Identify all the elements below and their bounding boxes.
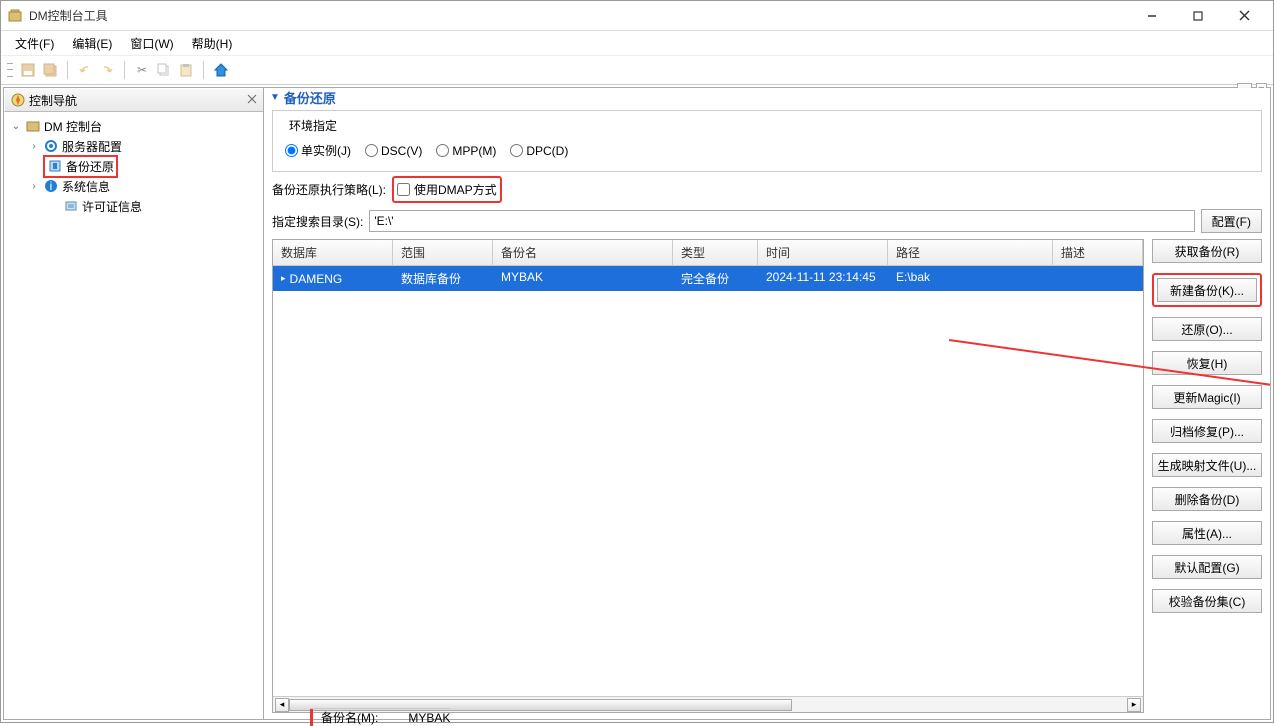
col-type[interactable]: 类型 [673, 240, 758, 265]
menu-bar: 文件(F) 编辑(E) 窗口(W) 帮助(H) [1, 31, 1273, 55]
section-header[interactable]: ▼ 备份还原 [264, 88, 1270, 106]
chevron-right-icon[interactable]: ▸ [281, 273, 286, 284]
table-row[interactable]: ▸ DAMENG 数据库备份 MYBAK 完全备份 2024-11-11 23:… [273, 266, 1143, 291]
default-config-button[interactable]: 默认配置(G) [1152, 555, 1262, 579]
cut-icon[interactable]: ✂ [133, 61, 151, 79]
verify-backup-button[interactable]: 校验备份集(C) [1152, 589, 1262, 613]
restore-button[interactable]: 还原(O)... [1152, 317, 1262, 341]
radio-dpc[interactable]: DPC(D) [510, 144, 568, 158]
info-icon: i [43, 178, 59, 194]
delete-backup-button[interactable]: 删除备份(D) [1152, 487, 1262, 511]
search-dir-input[interactable] [369, 210, 1194, 232]
expand-icon[interactable]: › [28, 141, 40, 152]
backup-icon [47, 158, 63, 174]
window-title: DM控制台工具 [29, 7, 1129, 24]
menu-window[interactable]: 窗口(W) [124, 33, 179, 54]
below-fragment: 备份名(M): MYBAK [310, 708, 450, 724]
new-backup-button[interactable]: 新建备份(K)... [1157, 278, 1257, 302]
expand-icon[interactable]: ⌄ [10, 121, 22, 132]
app-window: DM控制台工具 文件(F) 编辑(E) 窗口(W) 帮助(H) ✂ — □ [0, 0, 1274, 723]
close-button[interactable] [1221, 2, 1267, 30]
copy-icon[interactable] [155, 61, 173, 79]
title-bar: DM控制台工具 [1, 1, 1273, 31]
content-area: 控制导航 ⌄ DM 控制台 › 服务器配置 [3, 87, 1271, 720]
col-desc[interactable]: 描述 [1053, 240, 1143, 265]
main-panel: ▼ 备份还原 环境指定 单实例(J) DSC(V) MPP(M) DPC(D) … [264, 88, 1270, 719]
grid-header: 数据库 范围 备份名 类型 时间 路径 描述 [273, 240, 1143, 266]
compass-icon [11, 93, 25, 107]
recover-button[interactable]: 恢复(H) [1152, 351, 1262, 375]
col-name[interactable]: 备份名 [493, 240, 673, 265]
backup-grid: 数据库 范围 备份名 类型 时间 路径 描述 ▸ DAMENG [272, 239, 1144, 713]
home-icon[interactable] [212, 61, 230, 79]
arch-fix-button[interactable]: 归档修复(P)... [1152, 419, 1262, 443]
nav-tab[interactable]: 控制导航 [4, 88, 263, 112]
menu-edit[interactable]: 编辑(E) [66, 33, 118, 54]
gen-map-button[interactable]: 生成映射文件(U)... [1152, 453, 1262, 477]
dmap-checkbox[interactable]: 使用DMAP方式 [397, 181, 497, 198]
nav-panel: 控制导航 ⌄ DM 控制台 › 服务器配置 [4, 88, 264, 719]
action-buttons: 获取备份(R) 新建备份(K)... 还原(O)... 恢复(H) 更新Magi… [1152, 239, 1262, 713]
col-database[interactable]: 数据库 [273, 240, 393, 265]
tree-server-config[interactable]: › 服务器配置 [8, 136, 259, 156]
maximize-button[interactable] [1175, 2, 1221, 30]
gear-icon [43, 138, 59, 154]
scroll-left-icon[interactable]: ◂ [275, 698, 289, 712]
radio-dsc[interactable]: DSC(V) [365, 144, 422, 158]
col-path[interactable]: 路径 [888, 240, 1053, 265]
save-all-icon[interactable] [41, 61, 59, 79]
attributes-button[interactable]: 属性(A)... [1152, 521, 1262, 545]
paste-icon[interactable] [177, 61, 195, 79]
close-icon[interactable] [247, 93, 257, 107]
app-icon [7, 8, 23, 24]
tree-sys-info[interactable]: › i 系统信息 [8, 176, 259, 196]
col-scope[interactable]: 范围 [393, 240, 493, 265]
policy-row: 备份还原执行策略(L): 使用DMAP方式 [272, 176, 1262, 203]
env-radios: 单实例(J) DSC(V) MPP(M) DPC(D) [285, 142, 1249, 159]
undo-icon[interactable] [76, 61, 94, 79]
console-icon [25, 118, 41, 134]
svg-text:i: i [50, 179, 53, 193]
tree-license[interactable]: 许可证信息 [8, 196, 259, 216]
menu-help[interactable]: 帮助(H) [186, 33, 239, 54]
collapse-icon[interactable]: ▼ [270, 92, 280, 103]
update-magic-button[interactable]: 更新Magic(I) [1152, 385, 1262, 409]
col-time[interactable]: 时间 [758, 240, 888, 265]
env-fieldset: 环境指定 单实例(J) DSC(V) MPP(M) DPC(D) [272, 110, 1262, 172]
expand-icon[interactable]: › [28, 181, 40, 192]
config-button[interactable]: 配置(F) [1201, 209, 1262, 233]
menu-file[interactable]: 文件(F) [9, 33, 60, 54]
tool-bar: ✂ [1, 55, 1273, 85]
minimize-button[interactable] [1129, 2, 1175, 30]
get-backup-button[interactable]: 获取备份(R) [1152, 239, 1262, 263]
tree-root[interactable]: ⌄ DM 控制台 [8, 116, 259, 136]
search-dir-row: 指定搜索目录(S): 配置(F) [272, 209, 1262, 233]
license-icon [63, 198, 79, 214]
redo-icon[interactable] [98, 61, 116, 79]
tree-backup-restore[interactable]: 备份还原 [8, 156, 259, 176]
radio-mpp[interactable]: MPP(M) [436, 144, 496, 158]
nav-tree: ⌄ DM 控制台 › 服务器配置 备份还原 › [4, 112, 263, 220]
scroll-right-icon[interactable]: ▸ [1127, 698, 1141, 712]
save-icon[interactable] [19, 61, 37, 79]
radio-single[interactable]: 单实例(J) [285, 142, 351, 159]
